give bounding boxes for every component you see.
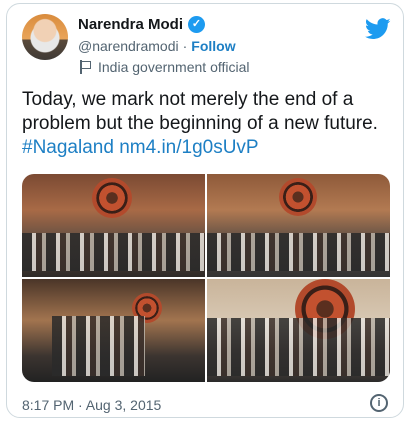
short-url-link[interactable]: nm4.in/1g0sUvP — [119, 137, 258, 158]
wall-emblem — [279, 178, 317, 216]
photo-3[interactable] — [22, 279, 205, 382]
author-handle-row: @narendramodi · Follow — [78, 38, 236, 54]
hashtag-link[interactable]: #Nagaland — [22, 137, 114, 158]
account-label-row: India government official — [79, 59, 250, 75]
verified-badge-icon: ✓ — [188, 16, 206, 33]
people-row — [52, 316, 145, 376]
people-row — [207, 318, 390, 376]
tweet-card: Narendra Modi ✓ @narendramodi · Follow I… — [6, 3, 404, 418]
tweet-text: Today, we mark not merely the end of a p… — [22, 89, 378, 134]
people-row — [22, 233, 205, 271]
tweet-timestamp[interactable]: 8:17 PM · Aug 3, 2015 — [22, 397, 161, 413]
author-name[interactable]: Narendra Modi — [78, 16, 183, 33]
tweet-body: Today, we mark not merely the end of a p… — [22, 88, 397, 160]
author-name-row: Narendra Modi ✓ — [78, 16, 206, 33]
wall-emblem — [92, 178, 132, 218]
author-handle[interactable]: @narendramodi — [78, 38, 179, 54]
people-row — [207, 233, 390, 271]
twitter-bird-icon[interactable] — [365, 18, 391, 40]
separator-dot: · — [182, 38, 188, 54]
author-avatar[interactable] — [22, 14, 68, 60]
government-flag-icon — [79, 60, 91, 74]
follow-button[interactable]: Follow — [191, 38, 235, 54]
photo-2[interactable] — [207, 174, 390, 277]
photo-grid — [22, 174, 390, 382]
account-label: India government official — [98, 59, 250, 75]
photo-1[interactable] — [22, 174, 205, 277]
info-icon[interactable]: i — [370, 394, 388, 412]
photo-4[interactable] — [207, 279, 390, 382]
